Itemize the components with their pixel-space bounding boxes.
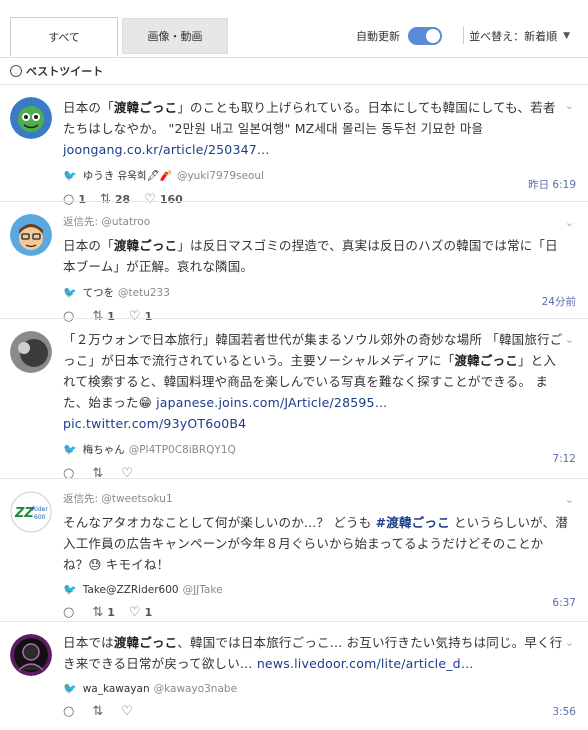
- sort-label: 並べ替え：新着順: [469, 30, 558, 43]
- tweet-link[interactable]: news.livedoor.com/lite/article_d…: [257, 656, 474, 671]
- avatar[interactable]: [10, 214, 52, 256]
- tweet-time[interactable]: 6:37: [552, 597, 576, 609]
- reply-to-handle[interactable]: @tweetsoku1: [101, 493, 172, 505]
- tweet-text: 日本の「渡韓ごっこ」のことも取り上げられている。日本にしても韓国にしても、若者た…: [63, 100, 556, 157]
- tweet-text: 日本では渡韓ごっこ、韓国では日本旅行ごっこ… お互い行きたい気持ちは同じ。早く行…: [63, 635, 563, 671]
- twitter-bird-icon: 🐦: [63, 583, 77, 596]
- chevron-down-icon[interactable]: ⌄: [565, 333, 574, 346]
- author-name: 梅ちゃん: [82, 444, 125, 456]
- tab-all[interactable]: すべて: [10, 17, 118, 57]
- tweet-link[interactable]: joongang.co.kr/article/250347…: [63, 142, 270, 157]
- tweet-link[interactable]: japanese.joins.com/JArticle/28595…: [156, 395, 387, 410]
- tweet[interactable]: ⌄ 「２万ウォンで日本旅行」韓国若者世代が集まるソウル郊外の奇妙な場所 「韓国旅…: [0, 318, 588, 481]
- tweet[interactable]: ⌄ 日本の「渡韓ごっこ」のことも取り上げられている。日本にしても韓国にしても、若…: [0, 84, 588, 207]
- reply-to: 返信先: @tweetsoku1: [63, 493, 173, 505]
- auto-update-label: 自動更新: [356, 30, 400, 43]
- twitter-bird-icon: 🐦: [63, 169, 77, 182]
- tweet[interactable]: ZZ Rider 600 ⌄ 返信先: @tweetsoku1 そんなアタオカな…: [0, 478, 588, 621]
- auto-update: 自動更新: [356, 27, 442, 45]
- tweet[interactable]: ⌄ 返信先: @utatroo 日本の「渡韓ごっこ」は反日マスゴミの捏造で、真実…: [0, 201, 588, 324]
- like-icon: ♡: [128, 604, 141, 620]
- author-name: てつを: [82, 287, 114, 299]
- tweet[interactable]: ⌄ 日本では渡韓ごっこ、韓国では日本旅行ごっこ… お互い行きたい気持ちは同じ。早…: [0, 621, 588, 730]
- tweet-text: そんなアタオカなことして何が楽しいのか...？ どうも #渡韓ごっこ というらし…: [63, 515, 569, 572]
- tweet-author[interactable]: 🐦 Take@ZZRider600 @JJTake: [63, 583, 568, 596]
- avatar[interactable]: [10, 634, 52, 676]
- chevron-down-icon: ▼: [563, 31, 570, 41]
- author-name: wa_kawayan: [82, 682, 150, 695]
- tweet-pic-link[interactable]: pic.twitter.com/93yOT6o0B4: [63, 416, 246, 431]
- tweet-time[interactable]: 7:12: [552, 453, 576, 465]
- reply-button[interactable]: ○: [63, 605, 78, 620]
- chevron-down-icon[interactable]: ⌄: [565, 493, 574, 506]
- tweet-actions: ○ ⇅ 1 ♡ 1: [63, 602, 568, 622]
- reply-to-handle[interactable]: @utatroo: [101, 216, 150, 228]
- tweet-author[interactable]: 🐦 てつを @tetu233: [63, 285, 568, 300]
- author-handle: @PI4TP0C8iBRQY1Q: [128, 443, 236, 456]
- author-handle: @JJTake: [182, 583, 223, 596]
- chevron-down-icon[interactable]: ⌄: [565, 636, 574, 649]
- svg-text:Rider: Rider: [32, 506, 48, 513]
- author-handle: @yuki7979seoul: [176, 169, 264, 182]
- reply-button[interactable]: ○: [63, 704, 78, 719]
- tweet-author[interactable]: 🐦 梅ちゃん @PI4TP0C8iBRQY1Q: [63, 442, 568, 457]
- tweet-author[interactable]: 🐦 ゆうき 유욱희🖋🧨 @yuki7979seoul: [63, 168, 568, 183]
- tweet-text: 「２万ウォンで日本旅行」韓国若者世代が集まるソウル郊外の奇妙な場所 「韓国旅行ご…: [63, 332, 563, 431]
- tweet-text: 日本の「渡韓ごっこ」は反日マスゴミの捏造で、真実は反日のハズの韓国では常に「日本…: [63, 238, 558, 274]
- auto-update-toggle[interactable]: [408, 27, 442, 45]
- divider: [463, 26, 464, 44]
- author-name: Take@ZZRider600: [82, 583, 179, 596]
- tab-media[interactable]: 画像・動画: [122, 18, 228, 54]
- tweet-time[interactable]: 3:56: [552, 706, 576, 718]
- best-tweets-label: ベストツイート: [26, 65, 104, 78]
- top-bar: すべて 画像・動画 自動更新 並べ替え：新着順 ▼: [0, 0, 588, 58]
- chevron-down-icon[interactable]: ⌄: [565, 216, 574, 229]
- retweet-icon: ⇅: [92, 703, 104, 719]
- reply-to: 返信先: @utatroo: [63, 216, 151, 228]
- tweet-actions: ○ ⇅ ♡: [63, 701, 568, 721]
- tweet-time[interactable]: 昨日 6:19: [528, 177, 576, 192]
- reply-icon: ○: [63, 703, 75, 719]
- avatar[interactable]: ZZ Rider 600: [10, 491, 52, 533]
- twitter-bird-icon: 🐦: [63, 286, 77, 299]
- retweet-button[interactable]: ⇅: [92, 704, 107, 719]
- search-icon: [10, 65, 22, 77]
- reply-icon: ○: [63, 604, 75, 620]
- like-button[interactable]: ♡: [121, 704, 137, 719]
- avatar[interactable]: [10, 97, 52, 139]
- tweet-time[interactable]: 24分前: [542, 294, 576, 309]
- avatar[interactable]: [10, 331, 52, 373]
- retweet-button[interactable]: ⇅ 1: [92, 605, 115, 620]
- author-handle: @tetu233: [118, 286, 170, 299]
- author-handle: @kawayo3nabe: [153, 682, 238, 695]
- like-icon: ♡: [121, 703, 133, 719]
- twitter-bird-icon: 🐦: [63, 443, 77, 456]
- svg-text:600: 600: [34, 514, 46, 521]
- best-tweets-header: ベストツイート: [0, 58, 588, 84]
- chevron-down-icon[interactable]: ⌄: [565, 99, 574, 112]
- twitter-bird-icon: 🐦: [63, 682, 77, 695]
- author-name: ゆうき 유욱희🖋🧨: [82, 170, 173, 182]
- sort-select[interactable]: 並べ替え：新着順 ▼: [469, 28, 570, 44]
- tweet-author[interactable]: 🐦 wa_kawayan @kawayo3nabe: [63, 682, 568, 695]
- like-button[interactable]: ♡ 1: [129, 605, 152, 620]
- retweet-icon: ⇅: [92, 604, 104, 620]
